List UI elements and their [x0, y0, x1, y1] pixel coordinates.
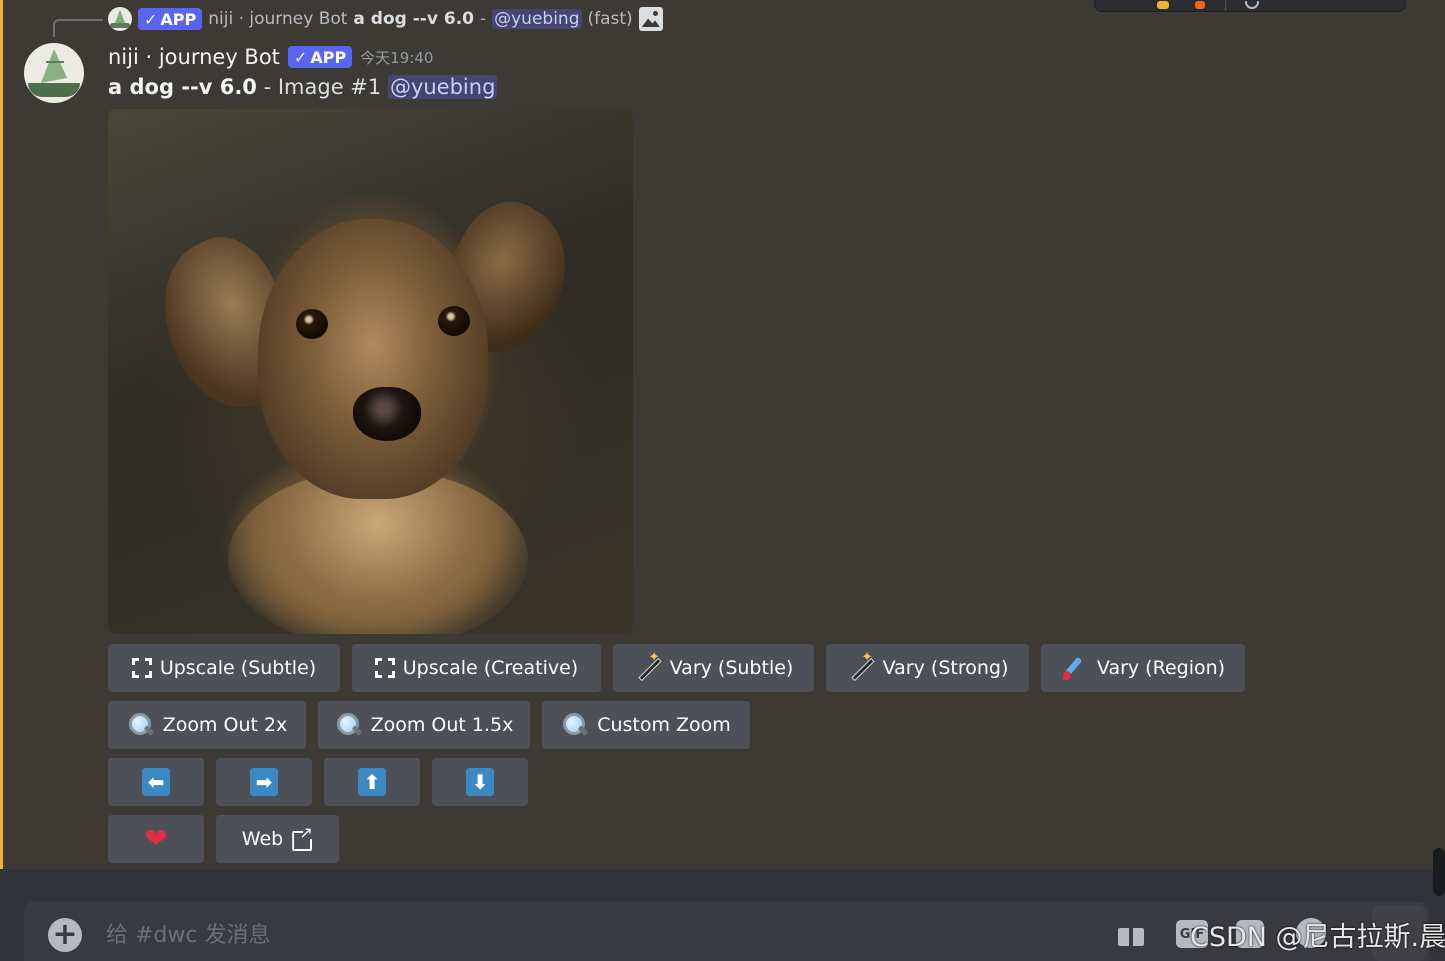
paintbrush-icon — [1061, 654, 1089, 682]
reaction-icon[interactable] — [1195, 1, 1205, 9]
zoom-out-1-5x-button[interactable]: Zoom Out 1.5x — [318, 701, 530, 749]
author-name[interactable]: niji · journey Bot — [108, 45, 280, 69]
magic-wand-icon — [847, 650, 875, 682]
expand-icon — [374, 658, 395, 678]
message-content: a dog --v 6.0 - Image #1 @yuebing — [108, 75, 498, 103]
image-icon — [638, 7, 663, 31]
magnifier-icon — [127, 711, 155, 739]
vary-region-button[interactable]: Vary (Region) — [1041, 644, 1245, 692]
reply-speed: (fast) — [587, 9, 633, 29]
upscale-creative-button[interactable]: Upscale (Creative) — [352, 644, 601, 692]
arrow-right-icon: ➡ — [250, 768, 278, 796]
external-link-icon — [291, 823, 313, 850]
reply-mention[interactable]: @yuebing — [492, 9, 582, 29]
message-mention[interactable]: @yuebing — [387, 75, 498, 99]
reply-spine — [53, 19, 103, 37]
arrow-down-icon: ⬇ — [466, 768, 494, 796]
upscale-subtle-button[interactable]: Upscale (Subtle) — [108, 644, 340, 692]
web-link-button[interactable]: Web — [216, 815, 339, 863]
reply-icon[interactable] — [1245, 1, 1259, 9]
pan-left-button[interactable]: ⬅ — [108, 758, 204, 806]
generated-dog-image[interactable] — [108, 109, 633, 634]
arrow-left-icon: ⬅ — [142, 768, 170, 796]
csdn-watermark: CSDN @尼古拉斯.晨 — [1190, 922, 1445, 953]
magnifier-icon — [561, 711, 589, 739]
pan-right-button[interactable]: ➡ — [216, 758, 312, 806]
reply-dash: - — [479, 9, 487, 29]
reply-reference[interactable]: ✓ APP niji · journey Bot a dog --v 6.0 - … — [108, 6, 663, 32]
pan-down-button[interactable]: ⬇ — [432, 758, 528, 806]
reaction-icon[interactable] — [1157, 1, 1169, 9]
arrow-up-icon: ⬆ — [358, 768, 386, 796]
zoom-out-2x-button[interactable]: Zoom Out 2x — [108, 701, 306, 749]
magnifier-icon — [335, 711, 363, 739]
message-hover-toolbar[interactable] — [1094, 0, 1406, 12]
toolbar-divider — [1225, 0, 1226, 11]
expand-icon — [131, 658, 152, 678]
vary-subtle-button[interactable]: Vary (Subtle) — [613, 644, 814, 692]
reply-bot-name[interactable]: niji · journey Bot — [208, 9, 347, 29]
message-highlight-bar — [0, 0, 3, 869]
custom-zoom-button[interactable]: Custom Zoom — [542, 701, 750, 749]
magic-wand-icon — [634, 650, 662, 682]
reply-prompt: a dog --v 6.0 — [353, 9, 474, 29]
attach-plus-icon[interactable]: + — [48, 918, 82, 952]
gift-icon[interactable] — [1116, 918, 1146, 948]
app-badge: ✓ APP — [138, 8, 203, 30]
bot-avatar[interactable] — [24, 43, 84, 103]
vary-strong-button[interactable]: Vary (Strong) — [826, 644, 1029, 692]
favorite-button[interactable]: ❤ — [108, 815, 204, 863]
pan-up-button[interactable]: ⬆ — [324, 758, 420, 806]
scrollbar-thumb[interactable] — [1433, 848, 1445, 896]
message-prompt: a dog --v 6.0 — [108, 75, 257, 99]
reply-avatar[interactable] — [108, 7, 132, 31]
message-input[interactable] — [106, 915, 1086, 955]
app-badge: ✓ APP — [287, 46, 353, 68]
message-header: niji · journey Bot ✓ APP 今天19:40 — [108, 43, 433, 71]
message-suffix: - Image #1 — [256, 75, 388, 99]
timestamp: 今天19:40 — [360, 48, 434, 67]
heart-icon: ❤ — [144, 822, 168, 855]
